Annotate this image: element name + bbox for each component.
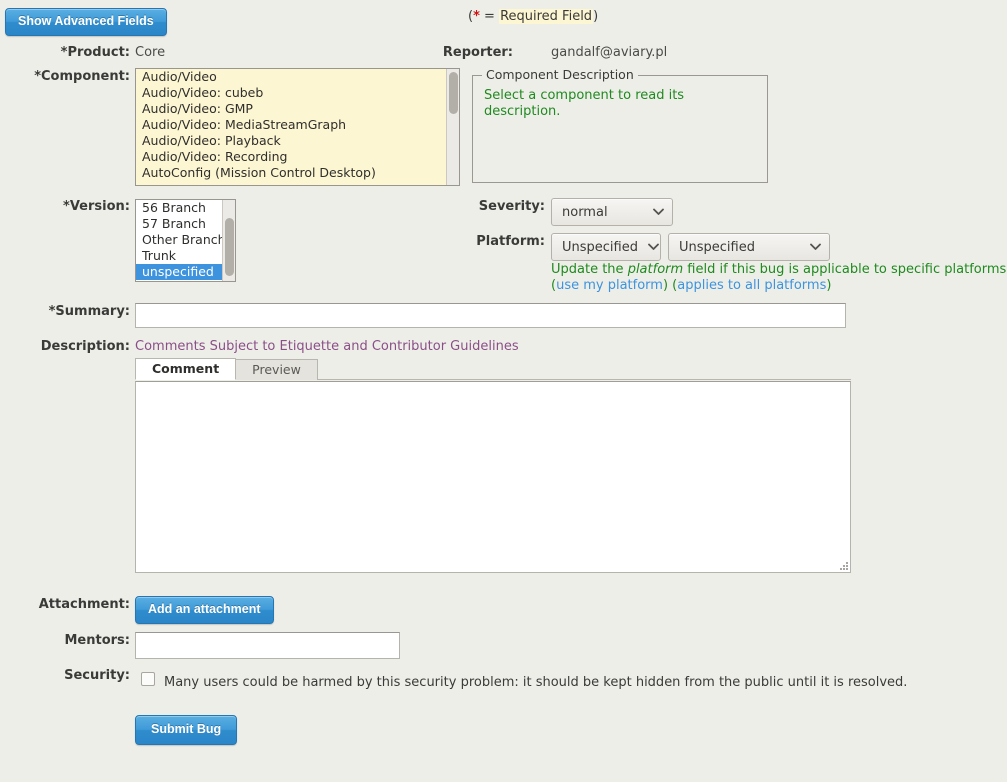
component-options[interactable]: Audio/Video Audio/Video: cubeb Audio/Vid…: [136, 69, 446, 185]
platform-hint-paren-close: ): [662, 278, 669, 293]
add-attachment-button[interactable]: Add an attachment: [135, 596, 274, 624]
comment-preview-tabs: Comment Preview: [135, 358, 851, 380]
version-required-asterisk: *: [63, 199, 70, 214]
version-listbox-scrollbar[interactable]: [222, 200, 235, 281]
version-option[interactable]: Other Branch: [136, 232, 222, 248]
severity-select-value: normal: [562, 204, 608, 220]
version-option-selected[interactable]: unspecified: [136, 264, 222, 280]
chevron-down-icon: [810, 243, 821, 251]
use-my-platform-link[interactable]: use my platform: [556, 278, 663, 293]
chevron-down-icon: [648, 243, 659, 251]
description-label: Description:: [40, 339, 130, 354]
component-option[interactable]: Audio/Video: GMP: [136, 101, 446, 117]
version-listbox[interactable]: 56 Branch 57 Branch Other Branch Trunk u…: [135, 199, 236, 282]
platform-hardware-value: Unspecified: [562, 239, 638, 255]
version-option[interactable]: 56 Branch: [136, 200, 222, 216]
version-label-text: Version:: [69, 199, 130, 214]
comment-textarea[interactable]: [135, 381, 851, 573]
component-option[interactable]: Audio/Video: Playback: [136, 133, 446, 149]
top-bar: Show Advanced Fields (* = Required Field…: [0, 0, 1007, 38]
version-option[interactable]: 57 Branch: [136, 216, 222, 232]
component-required-asterisk: *: [34, 69, 41, 84]
component-option[interactable]: Audio/Video: Recording: [136, 149, 446, 165]
scrollbar-thumb[interactable]: [449, 72, 458, 114]
reporter-value: gandalf@aviary.pl: [551, 45, 668, 60]
platform-hint-part2: field if this bug is applicable to speci…: [683, 262, 1007, 277]
component-listbox[interactable]: Audio/Video Audio/Video: cubeb Audio/Vid…: [135, 68, 460, 186]
mentors-input[interactable]: [135, 632, 400, 659]
component-description-text: Select a component to read its descripti…: [484, 88, 685, 119]
mentors-label: Mentors:: [64, 633, 130, 648]
severity-label: Severity:: [478, 199, 545, 214]
version-options[interactable]: 56 Branch 57 Branch Other Branch Trunk u…: [136, 200, 222, 281]
security-checkbox-label: Many users could be harmed by this secur…: [164, 675, 908, 690]
component-label: *Component:: [4, 69, 130, 84]
security-label: Security:: [64, 668, 130, 683]
summary-label-text: Summary:: [55, 304, 130, 319]
platform-os-value: Unspecified: [679, 239, 755, 255]
platform-hardware-select[interactable]: Unspecified: [551, 233, 661, 261]
reporter-label: Reporter:: [442, 45, 513, 60]
component-option[interactable]: AutoConfig (Mission Control Desktop): [136, 165, 446, 181]
component-listbox-scrollbar[interactable]: [446, 69, 459, 185]
component-option[interactable]: Audio/Video: MediaStreamGraph: [136, 117, 446, 133]
scrollbar-thumb[interactable]: [225, 218, 234, 276]
component-description-legend: Component Description: [482, 67, 638, 82]
required-legend-equals: =: [479, 9, 500, 24]
product-value: Core: [135, 45, 166, 60]
submit-bug-button[interactable]: Submit Bug: [135, 715, 238, 745]
summary-label: *Summary:: [4, 304, 130, 319]
applies-to-all-platforms-link[interactable]: applies to all platforms: [677, 278, 826, 293]
platform-label: Platform:: [476, 234, 545, 249]
security-checkbox[interactable]: [141, 672, 155, 686]
platform-hint-emphasis: platform: [627, 262, 684, 277]
version-label: *Version:: [4, 199, 130, 214]
required-asterisk: *: [473, 9, 480, 24]
tab-comment[interactable]: Comment: [135, 358, 237, 380]
version-option[interactable]: Trunk: [136, 248, 222, 264]
component-option[interactable]: Audio/Video: [136, 69, 446, 85]
tab-preview[interactable]: Preview: [236, 359, 318, 380]
platform-hint: Update the platform field if this bug is…: [551, 262, 1007, 294]
platform-os-select[interactable]: Unspecified: [668, 233, 830, 261]
chevron-down-icon: [653, 208, 664, 216]
required-legend-close-paren: ): [593, 9, 599, 24]
product-label: *Product:: [4, 45, 130, 60]
platform-hint-part1: Update the: [551, 262, 628, 277]
attachment-label: Attachment:: [38, 597, 130, 612]
product-label-text: Product:: [67, 45, 130, 60]
required-legend-text: Required Field: [499, 9, 594, 24]
severity-select[interactable]: normal: [551, 198, 673, 226]
component-label-text: Component:: [41, 69, 130, 84]
component-description-fieldset: Component Description Select a component…: [472, 67, 768, 183]
show-advanced-fields-button[interactable]: Show Advanced Fields: [5, 8, 167, 36]
platform-hint-paren-close-2: ): [826, 278, 832, 293]
component-option[interactable]: Audio/Video: cubeb: [136, 85, 446, 101]
required-field-legend: (* = Required Field): [468, 9, 598, 24]
comment-guidelines-link[interactable]: Comments Subject to Etiquette and Contri…: [135, 339, 519, 354]
summary-input[interactable]: [135, 303, 846, 328]
